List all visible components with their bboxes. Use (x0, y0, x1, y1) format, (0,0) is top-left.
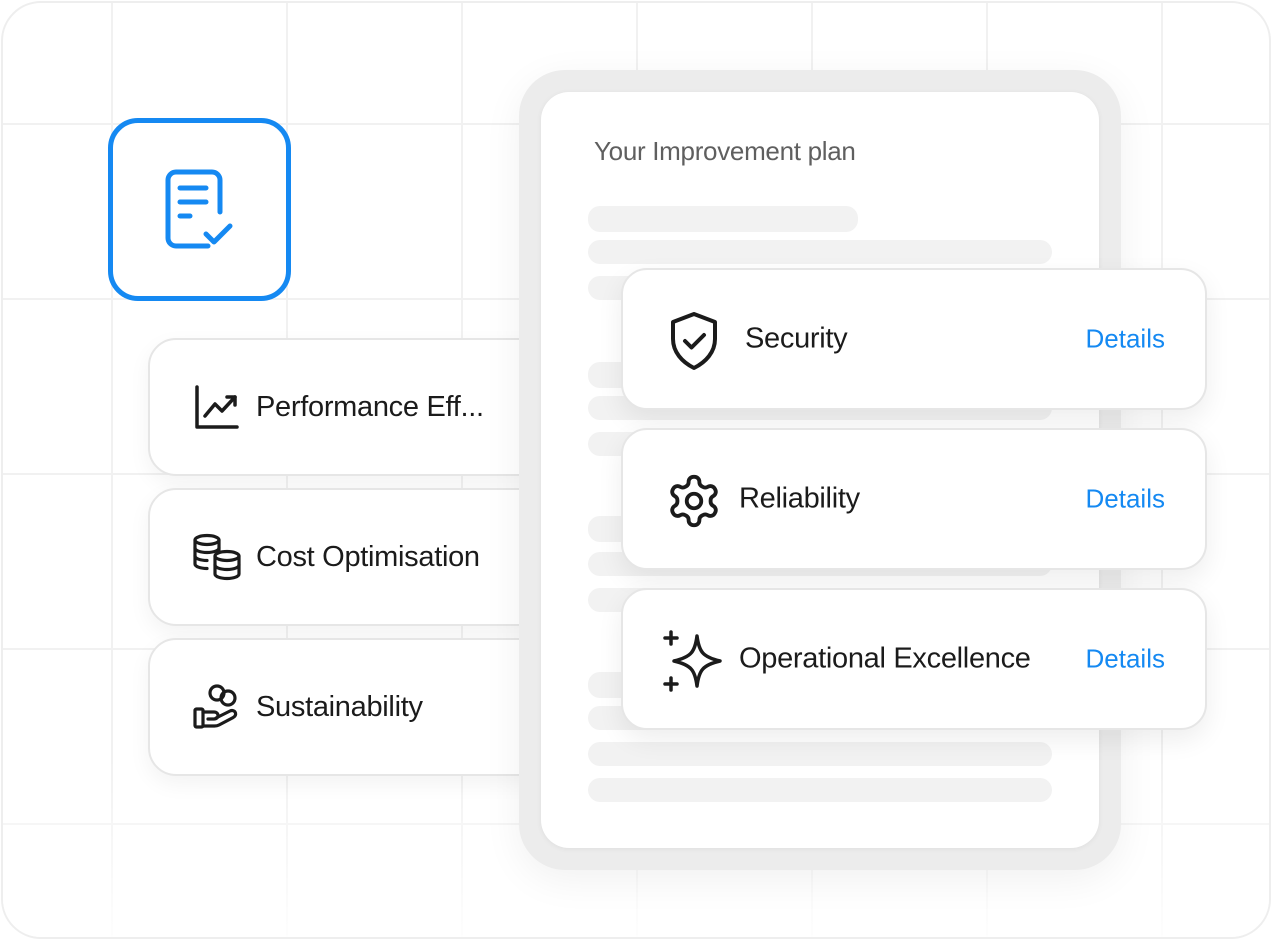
item-card-reliability[interactable]: Reliability Details (621, 428, 1207, 570)
gear-icon (663, 470, 725, 532)
hand-coins-icon (192, 682, 242, 732)
item-label: Security (745, 322, 848, 355)
details-link[interactable]: Details (1086, 644, 1165, 675)
placeholder-line (588, 778, 1052, 802)
pillar-card-cost[interactable]: Cost Optimisation (148, 488, 578, 626)
pillar-card-sustainability[interactable]: Sustainability (148, 638, 578, 776)
pillar-card-performance[interactable]: Performance Eff... (148, 338, 578, 476)
item-card-security[interactable]: Security Details (621, 268, 1207, 410)
item-card-operational-excellence[interactable]: Operational Excellence Details (621, 588, 1207, 730)
document-check-tile (108, 118, 291, 301)
details-link[interactable]: Details (1086, 484, 1165, 515)
sparkle-icon (663, 630, 725, 692)
placeholder-line (588, 240, 1052, 264)
coin-stack-icon (192, 532, 242, 582)
placeholder-line (588, 742, 1052, 766)
item-label: Operational Excellence (739, 642, 1031, 675)
plan-title: Your Improvement plan (594, 136, 856, 166)
pillar-label: Cost Optimisation (256, 540, 480, 573)
document-check-icon (165, 169, 232, 248)
pillar-label: Performance Eff... (256, 390, 484, 423)
pillar-label: Sustainability (256, 690, 423, 723)
placeholder-line (588, 206, 858, 232)
trending-chart-icon (192, 382, 242, 432)
item-label: Reliability (739, 482, 860, 515)
shield-check-icon (663, 310, 725, 372)
details-link[interactable]: Details (1086, 324, 1165, 355)
